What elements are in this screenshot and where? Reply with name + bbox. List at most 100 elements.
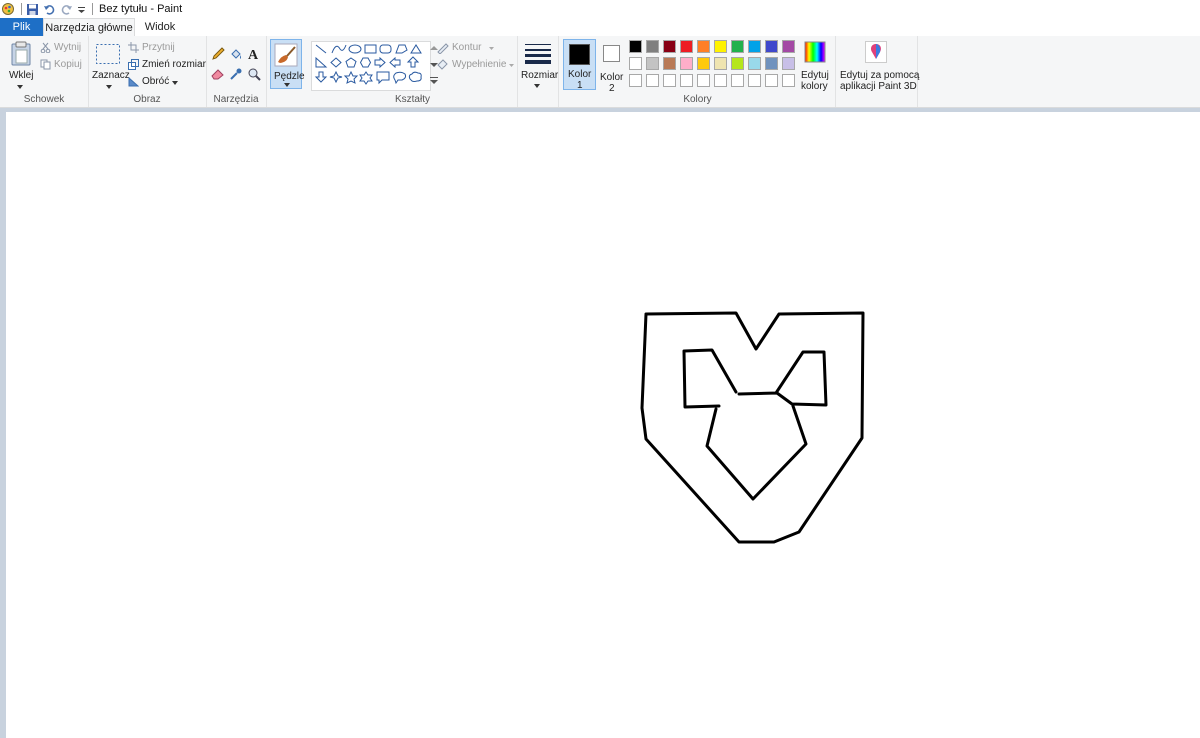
palette-color-swatch[interactable]: [646, 74, 659, 87]
resize-icon: [128, 59, 139, 70]
outline-button[interactable]: Kontur: [436, 41, 498, 55]
palette-color-swatch[interactable]: [731, 40, 744, 53]
shapes-gallery[interactable]: [311, 41, 431, 91]
drawing-canvas[interactable]: [6, 112, 1200, 738]
clipboard-group: Wklej Wytnij Kopiuj Schowek: [0, 36, 89, 107]
palette-color-swatch[interactable]: [782, 40, 795, 53]
separator: [92, 3, 93, 15]
color1-label: Kolor: [568, 69, 592, 80]
rotate-button[interactable]: Obróć: [128, 75, 183, 89]
palette-color-swatch[interactable]: [697, 40, 710, 53]
fill-label: Wypełnienie: [452, 59, 507, 70]
rectangle-shape-icon: [364, 44, 377, 54]
pentagon-shape-icon: [345, 57, 357, 68]
right-arrow-shape-icon: [374, 56, 386, 69]
chevron-down-icon: [172, 81, 178, 85]
paint3d-group: Edytuj za pomocą aplikacji Paint 3D: [835, 36, 920, 107]
palette-color-swatch[interactable]: [714, 74, 727, 87]
palette-color-swatch[interactable]: [714, 57, 727, 70]
color2-label: Kolor: [600, 72, 624, 83]
palette-color-swatch[interactable]: [629, 57, 642, 70]
palette-color-swatch[interactable]: [663, 57, 676, 70]
palette-color-swatch[interactable]: [748, 40, 761, 53]
separator: [21, 3, 22, 15]
redo-icon[interactable]: [60, 3, 73, 16]
palette-color-swatch[interactable]: [680, 40, 693, 53]
palette-color-swatch[interactable]: [697, 74, 710, 87]
select-button[interactable]: Zaznacz: [90, 39, 130, 89]
palette-color-swatch[interactable]: [697, 57, 710, 70]
color-picker-icon[interactable]: [229, 67, 243, 81]
palette-color-swatch[interactable]: [646, 40, 659, 53]
palette-color-swatch[interactable]: [714, 40, 727, 53]
outer-stroke: [640, 311, 865, 544]
right-triangle-shape-icon: [315, 56, 328, 68]
rounded-callout-shape-icon: [376, 71, 390, 85]
rotate-label: Obróć: [142, 76, 170, 87]
edit-with-paint3d-button[interactable]: Edytuj za pomocą aplikacji Paint 3D: [837, 39, 920, 92]
fill-bucket-icon[interactable]: [229, 47, 243, 61]
paint-app-icon[interactable]: [1, 2, 15, 16]
palette-color-swatch[interactable]: [646, 57, 659, 70]
eraser-icon[interactable]: [211, 67, 225, 81]
copy-label: Kopiuj: [54, 59, 82, 70]
copy-button[interactable]: Kopiuj: [40, 58, 85, 72]
undo-icon[interactable]: [43, 3, 56, 16]
brushes-button[interactable]: Pędzle: [270, 39, 305, 89]
magnifier-icon[interactable]: [247, 67, 261, 81]
text-tool-icon[interactable]: A: [247, 47, 261, 61]
fill-button[interactable]: Wypełnienie: [436, 58, 514, 72]
down-arrow-shape-icon: [314, 71, 328, 83]
palette-color-swatch[interactable]: [782, 74, 795, 87]
curve-shape-icon: [331, 44, 347, 54]
palette-color-swatch[interactable]: [748, 74, 761, 87]
customize-toolbar-chevron-icon[interactable]: [77, 3, 86, 16]
palette-color-swatch[interactable]: [680, 74, 693, 87]
resize-button[interactable]: Zmień rozmiar: [128, 58, 206, 72]
palette-color-swatch[interactable]: [765, 40, 778, 53]
copy-icon: [40, 59, 51, 70]
edit-colors-label-line1: Edytuj: [801, 70, 829, 81]
color1-number: 1: [577, 80, 583, 91]
edit-colors-button[interactable]: Edytuj kolory: [798, 39, 832, 92]
color-spectrum-icon: [804, 41, 826, 63]
color2-button[interactable]: Kolor 2: [598, 39, 627, 94]
palette-color-swatch[interactable]: [629, 40, 642, 53]
edit-colors-label-line2: kolory: [801, 81, 828, 92]
palette-color-swatch[interactable]: [680, 57, 693, 70]
pencil-icon[interactable]: [211, 47, 225, 61]
inner-stroke-right: [737, 350, 828, 407]
paste-button[interactable]: Wklej: [4, 39, 36, 89]
tab-home[interactable]: Narzędzia główne: [43, 18, 135, 36]
chevron-down-icon: [17, 85, 23, 89]
quick-access-toolbar: [0, 0, 93, 18]
crop-button[interactable]: Przytnij: [128, 41, 203, 55]
palette-color-swatch[interactable]: [663, 74, 676, 87]
tab-file[interactable]: Plik: [0, 18, 43, 36]
palette-color-swatch[interactable]: [782, 57, 795, 70]
color-palette: [629, 40, 799, 92]
oval-shape-icon: [348, 44, 362, 54]
rotate-icon: [128, 76, 139, 87]
color1-button[interactable]: Kolor 1: [563, 39, 596, 91]
palette-color-swatch[interactable]: [748, 57, 761, 70]
rounded-rectangle-shape-icon: [379, 44, 392, 54]
color1-swatch: [569, 44, 590, 65]
cut-button[interactable]: Wytnij: [40, 41, 85, 55]
palette-color-swatch[interactable]: [663, 40, 676, 53]
save-icon[interactable]: [26, 3, 39, 16]
palette-color-swatch[interactable]: [629, 74, 642, 87]
tab-view[interactable]: Widok: [135, 18, 185, 36]
size-button[interactable]: Rozmiar: [519, 39, 558, 89]
diamond-shape-icon: [330, 57, 342, 68]
up-arrow-shape-icon: [406, 56, 420, 68]
palette-color-swatch[interactable]: [731, 57, 744, 70]
palette-color-swatch[interactable]: [765, 57, 778, 70]
line-thickness-icon: [525, 44, 551, 64]
crop-icon: [128, 42, 139, 53]
scissors-icon: [40, 42, 51, 53]
palette-color-swatch[interactable]: [731, 74, 744, 87]
svg-text:A: A: [248, 48, 259, 61]
chevron-down-icon: [534, 84, 540, 88]
palette-color-swatch[interactable]: [765, 74, 778, 87]
